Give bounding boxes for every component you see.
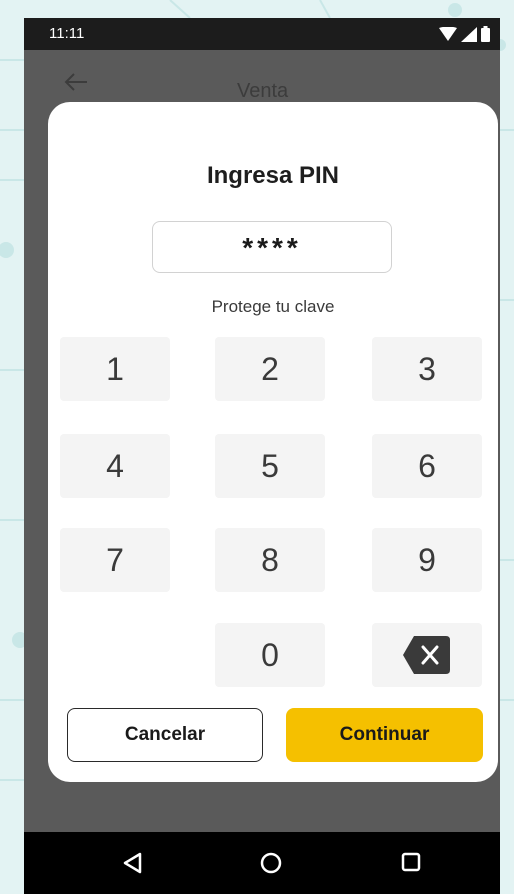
arrow-left-icon[interactable] <box>64 72 88 92</box>
navigation-bar <box>24 832 500 894</box>
pin-hint: Protege tu clave <box>211 297 335 316</box>
backspace-icon <box>403 636 450 674</box>
square-recents-icon[interactable] <box>401 852 421 872</box>
key-6[interactable]: 6 <box>372 434 482 498</box>
page-title: Venta <box>237 80 289 102</box>
key-2[interactable]: 2 <box>215 337 325 401</box>
key-1[interactable]: 1 <box>60 337 170 401</box>
battery-icon <box>481 26 490 42</box>
dialog-title: Ingresa PIN <box>206 162 340 189</box>
phone-screen: 11:11 Venta Ingresa PIN **** Protege tu … <box>24 18 500 894</box>
key-7[interactable]: 7 <box>60 528 170 592</box>
wifi-icon <box>439 27 457 41</box>
continue-button[interactable]: Continuar <box>286 708 483 762</box>
circle-home-icon[interactable] <box>260 852 282 874</box>
key-9[interactable]: 9 <box>372 528 482 592</box>
key-0[interactable]: 0 <box>215 623 325 687</box>
key-5[interactable]: 5 <box>215 434 325 498</box>
pin-dialog: Ingresa PIN **** Protege tu clave 1 2 3 … <box>48 102 498 782</box>
key-4[interactable]: 4 <box>60 434 170 498</box>
key-8[interactable]: 8 <box>215 528 325 592</box>
cancel-button[interactable]: Cancelar <box>67 708 263 762</box>
status-time: 11:11 <box>49 25 85 42</box>
status-icons <box>439 26 490 42</box>
pin-input[interactable]: **** <box>152 221 392 273</box>
backspace-key[interactable] <box>372 623 482 687</box>
key-3[interactable]: 3 <box>372 337 482 401</box>
triangle-back-icon[interactable] <box>122 852 142 874</box>
app-header: Venta <box>24 50 500 106</box>
status-bar: 11:11 <box>24 18 500 50</box>
signal-icon <box>461 26 477 42</box>
